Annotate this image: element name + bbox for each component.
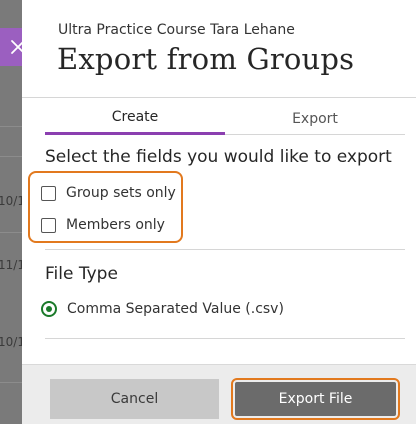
checkbox-label: Members only — [66, 217, 165, 233]
background-date: 11/1 — [0, 258, 22, 272]
section-divider — [45, 249, 405, 250]
background-divider — [0, 156, 22, 157]
panel-header: Ultra Practice Course Tara Lehane Export… — [22, 0, 416, 98]
checkbox-members-only[interactable]: Members only — [41, 217, 165, 233]
section-divider — [45, 338, 405, 339]
panel-footer: Cancel Export File — [22, 364, 416, 424]
radio-csv[interactable]: Comma Separated Value (.csv) — [41, 301, 284, 317]
tab-bar: Create Export — [45, 102, 405, 135]
page-title: Export from Groups — [57, 42, 355, 76]
checkbox-label: Group sets only — [66, 185, 176, 201]
export-panel: Ultra Practice Course Tara Lehane Export… — [22, 0, 416, 424]
tab-create[interactable]: Create — [45, 102, 225, 135]
background-divider — [0, 382, 22, 383]
export-file-button[interactable]: Export File — [235, 382, 396, 416]
radio-button[interactable] — [41, 301, 57, 317]
radio-selected-dot — [46, 306, 52, 312]
checkbox-box[interactable] — [41, 185, 56, 201]
background-date: 10/1 — [0, 194, 22, 208]
tab-export[interactable]: Export — [225, 102, 405, 135]
background-date: 10/19 — [0, 335, 22, 349]
background-divider — [0, 232, 22, 233]
cancel-button[interactable]: Cancel — [50, 379, 219, 419]
background-divider — [0, 126, 22, 127]
radio-label: Comma Separated Value (.csv) — [67, 301, 284, 317]
fields-heading: Select the fields you would like to expo… — [45, 147, 392, 167]
checkbox-group-sets-only[interactable]: Group sets only — [41, 185, 176, 201]
file-type-heading: File Type — [45, 264, 118, 284]
checkbox-box[interactable] — [41, 217, 56, 233]
course-name: Ultra Practice Course Tara Lehane — [58, 22, 295, 38]
